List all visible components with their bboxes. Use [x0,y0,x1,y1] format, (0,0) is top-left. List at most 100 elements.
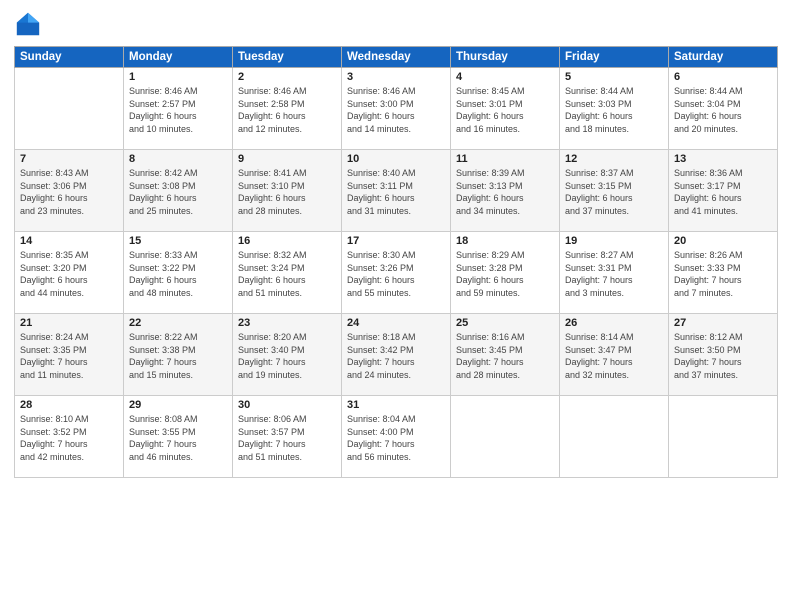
day-info: Sunrise: 8:46 AM Sunset: 2:58 PM Dayligh… [238,85,336,135]
calendar-cell: 4 Sunrise: 8:45 AM Sunset: 3:01 PM Daylig… [451,68,560,150]
day-info: Sunrise: 8:35 AM Sunset: 3:20 PM Dayligh… [20,249,118,299]
calendar-header-row: SundayMondayTuesdayWednesdayThursdayFrid… [15,47,778,68]
calendar-cell: 23 Sunrise: 8:20 AM Sunset: 3:40 PM Dayli… [233,314,342,396]
calendar-cell: 27 Sunrise: 8:12 AM Sunset: 3:50 PM Dayli… [669,314,778,396]
day-number: 27 [674,317,772,329]
calendar-cell: 30 Sunrise: 8:06 AM Sunset: 3:57 PM Dayli… [233,396,342,478]
day-number: 31 [347,399,445,411]
calendar-cell: 17 Sunrise: 8:30 AM Sunset: 3:26 PM Dayli… [342,232,451,314]
day-info: Sunrise: 8:44 AM Sunset: 3:03 PM Dayligh… [565,85,663,135]
day-info: Sunrise: 8:30 AM Sunset: 3:26 PM Dayligh… [347,249,445,299]
day-info: Sunrise: 8:39 AM Sunset: 3:13 PM Dayligh… [456,167,554,217]
day-info: Sunrise: 8:40 AM Sunset: 3:11 PM Dayligh… [347,167,445,217]
day-number: 25 [456,317,554,329]
day-number: 1 [129,71,227,83]
calendar-cell: 26 Sunrise: 8:14 AM Sunset: 3:47 PM Dayli… [560,314,669,396]
day-number: 23 [238,317,336,329]
day-number: 30 [238,399,336,411]
day-number: 8 [129,153,227,165]
calendar-cell: 10 Sunrise: 8:40 AM Sunset: 3:11 PM Dayli… [342,150,451,232]
calendar-week-3: 14Sunrise: 8:35 AM Sunset: 3:20 PM Dayli… [15,232,778,314]
day-info: Sunrise: 8:12 AM Sunset: 3:50 PM Dayligh… [674,331,772,381]
calendar-header-monday: Monday [124,47,233,68]
calendar-cell: 24 Sunrise: 8:18 AM Sunset: 3:42 PM Dayli… [342,314,451,396]
day-info: Sunrise: 8:32 AM Sunset: 3:24 PM Dayligh… [238,249,336,299]
day-info: Sunrise: 8:43 AM Sunset: 3:06 PM Dayligh… [20,167,118,217]
day-number: 24 [347,317,445,329]
logo-icon [14,10,42,38]
day-info: Sunrise: 8:16 AM Sunset: 3:45 PM Dayligh… [456,331,554,381]
calendar-week-4: 21 Sunrise: 8:24 AM Sunset: 3:35 PM Dayli… [15,314,778,396]
calendar-header-wednesday: Wednesday [342,47,451,68]
day-number: 7 [20,153,118,165]
calendar-cell: 25 Sunrise: 8:16 AM Sunset: 3:45 PM Dayli… [451,314,560,396]
calendar-cell: 19 Sunrise: 8:27 AM Sunset: 3:31 PM Dayli… [560,232,669,314]
day-info: Sunrise: 8:04 AM Sunset: 4:00 PM Dayligh… [347,413,445,463]
calendar-cell [451,396,560,478]
calendar-cell: 15 Sunrise: 8:33 AM Sunset: 3:22 PM Dayli… [124,232,233,314]
day-info: Sunrise: 8:42 AM Sunset: 3:08 PM Dayligh… [129,167,227,217]
day-info: Sunrise: 8:20 AM Sunset: 3:40 PM Dayligh… [238,331,336,381]
day-info: Sunrise: 8:41 AM Sunset: 3:10 PM Dayligh… [238,167,336,217]
day-number: 21 [20,317,118,329]
calendar-week-2: 7 Sunrise: 8:43 AM Sunset: 3:06 PM Daylig… [15,150,778,232]
day-number: 6 [674,71,772,83]
day-number: 26 [565,317,663,329]
day-info: Sunrise: 8:37 AM Sunset: 3:15 PM Dayligh… [565,167,663,217]
calendar-cell: 13 Sunrise: 8:36 AM Sunset: 3:17 PM Dayli… [669,150,778,232]
calendar-cell: 8 Sunrise: 8:42 AM Sunset: 3:08 PM Daylig… [124,150,233,232]
day-number: 9 [238,153,336,165]
calendar-cell: 12Sunrise: 8:37 AM Sunset: 3:15 PM Dayli… [560,150,669,232]
calendar-cell: 20 Sunrise: 8:26 AM Sunset: 3:33 PM Dayli… [669,232,778,314]
day-number: 17 [347,235,445,247]
day-info: Sunrise: 8:45 AM Sunset: 3:01 PM Dayligh… [456,85,554,135]
page: SundayMondayTuesdayWednesdayThursdayFrid… [0,0,792,612]
calendar-cell: 29 Sunrise: 8:08 AM Sunset: 3:55 PM Dayli… [124,396,233,478]
calendar-cell: 9 Sunrise: 8:41 AM Sunset: 3:10 PM Daylig… [233,150,342,232]
day-number: 19 [565,235,663,247]
day-number: 10 [347,153,445,165]
day-info: Sunrise: 8:29 AM Sunset: 3:28 PM Dayligh… [456,249,554,299]
calendar-header-friday: Friday [560,47,669,68]
calendar-table: SundayMondayTuesdayWednesdayThursdayFrid… [14,46,778,478]
day-number: 18 [456,235,554,247]
calendar-cell: 11Sunrise: 8:39 AM Sunset: 3:13 PM Dayli… [451,150,560,232]
calendar-cell: 1Sunrise: 8:46 AM Sunset: 2:57 PM Daylig… [124,68,233,150]
calendar-cell: 31 Sunrise: 8:04 AM Sunset: 4:00 PM Dayli… [342,396,451,478]
calendar-header-thursday: Thursday [451,47,560,68]
calendar-week-5: 28 Sunrise: 8:10 AM Sunset: 3:52 PM Dayli… [15,396,778,478]
day-number: 13 [674,153,772,165]
day-number: 28 [20,399,118,411]
calendar-cell: 28 Sunrise: 8:10 AM Sunset: 3:52 PM Dayli… [15,396,124,478]
logo [14,10,46,38]
day-info: Sunrise: 8:08 AM Sunset: 3:55 PM Dayligh… [129,413,227,463]
calendar-header-saturday: Saturday [669,47,778,68]
calendar-cell: 2Sunrise: 8:46 AM Sunset: 2:58 PM Daylig… [233,68,342,150]
day-number: 22 [129,317,227,329]
day-info: Sunrise: 8:26 AM Sunset: 3:33 PM Dayligh… [674,249,772,299]
header [14,10,778,38]
calendar-cell: 16 Sunrise: 8:32 AM Sunset: 3:24 PM Dayli… [233,232,342,314]
day-info: Sunrise: 8:44 AM Sunset: 3:04 PM Dayligh… [674,85,772,135]
day-number: 20 [674,235,772,247]
day-info: Sunrise: 8:36 AM Sunset: 3:17 PM Dayligh… [674,167,772,217]
day-info: Sunrise: 8:14 AM Sunset: 3:47 PM Dayligh… [565,331,663,381]
day-number: 29 [129,399,227,411]
calendar-cell: 7 Sunrise: 8:43 AM Sunset: 3:06 PM Daylig… [15,150,124,232]
calendar-cell: 22Sunrise: 8:22 AM Sunset: 3:38 PM Dayli… [124,314,233,396]
day-number: 16 [238,235,336,247]
calendar-cell: 3Sunrise: 8:46 AM Sunset: 3:00 PM Daylig… [342,68,451,150]
calendar-cell [560,396,669,478]
day-info: Sunrise: 8:33 AM Sunset: 3:22 PM Dayligh… [129,249,227,299]
day-info: Sunrise: 8:10 AM Sunset: 3:52 PM Dayligh… [20,413,118,463]
day-info: Sunrise: 8:06 AM Sunset: 3:57 PM Dayligh… [238,413,336,463]
day-number: 4 [456,71,554,83]
day-info: Sunrise: 8:18 AM Sunset: 3:42 PM Dayligh… [347,331,445,381]
calendar-cell: 6 Sunrise: 8:44 AM Sunset: 3:04 PM Daylig… [669,68,778,150]
day-number: 5 [565,71,663,83]
day-info: Sunrise: 8:24 AM Sunset: 3:35 PM Dayligh… [20,331,118,381]
day-number: 15 [129,235,227,247]
calendar-cell [669,396,778,478]
calendar-header-tuesday: Tuesday [233,47,342,68]
day-info: Sunrise: 8:27 AM Sunset: 3:31 PM Dayligh… [565,249,663,299]
